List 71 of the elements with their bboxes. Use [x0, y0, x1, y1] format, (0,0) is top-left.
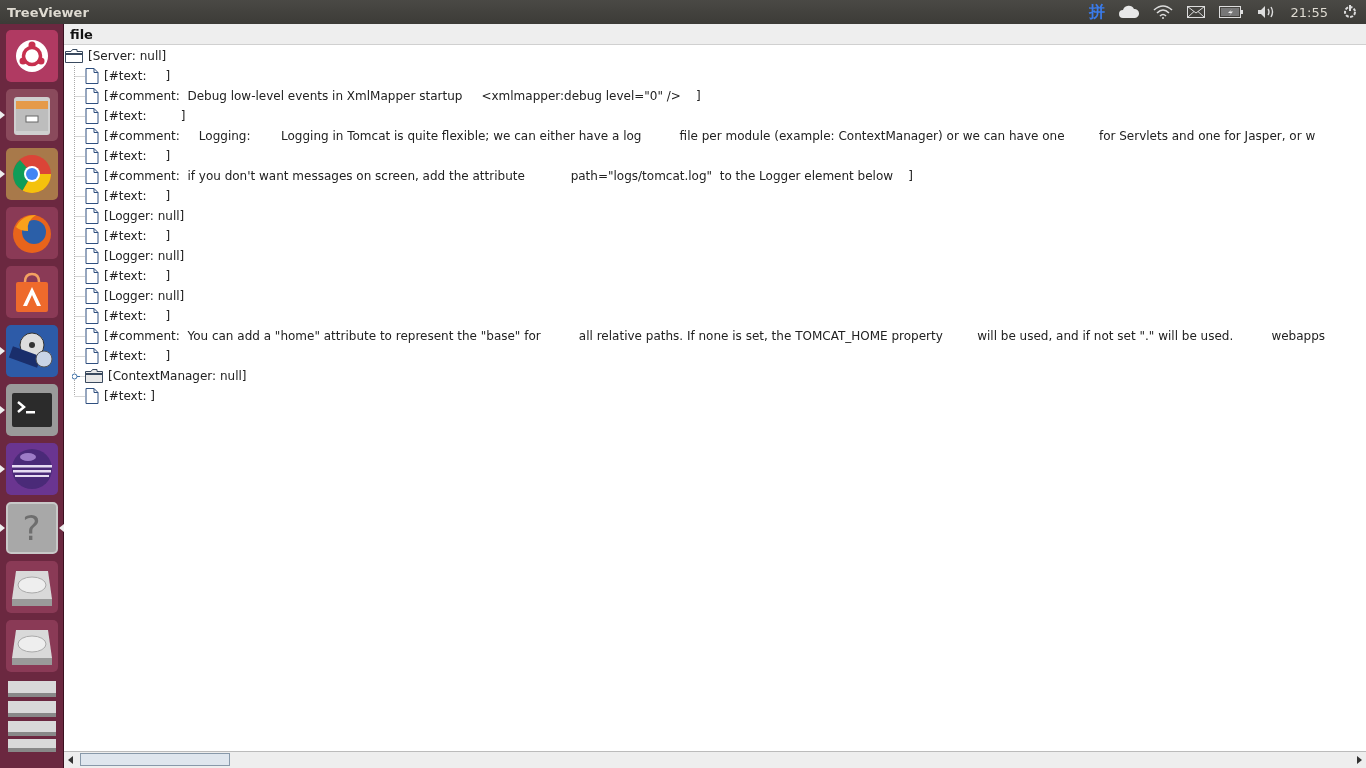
tree-line: [72, 66, 85, 86]
document-icon: [85, 268, 99, 284]
tree-node-label[interactable]: [#text: ]: [104, 309, 171, 323]
hard-drive-icon[interactable]: [5, 620, 58, 672]
document-icon: [85, 348, 99, 364]
clock[interactable]: 21:55: [1290, 4, 1328, 20]
document-icon: [85, 188, 99, 204]
document-icon: [85, 328, 99, 344]
tree-line: [72, 266, 85, 286]
document-icon: [85, 68, 99, 84]
tree-line: [72, 166, 85, 186]
tree-node-label[interactable]: [#comment: Debug low-level events in XmlMapper startup <xmlmapper:debug level="0" /> ]: [104, 89, 701, 103]
tree-line: [72, 286, 85, 306]
document-icon: [85, 228, 99, 244]
document-icon: [85, 88, 99, 104]
tree-line: [72, 106, 85, 126]
tree-line: [72, 146, 85, 166]
hard-drive-icon[interactable]: [5, 561, 58, 613]
film-reel-icon[interactable]: [5, 325, 58, 377]
document-icon: [85, 288, 99, 304]
tree-node-label[interactable]: [#text: ]: [104, 349, 171, 363]
tree-node-label[interactable]: [Logger: null]: [104, 289, 185, 303]
tree-line: [72, 226, 85, 246]
tree-node-label[interactable]: [#text: ]: [104, 229, 171, 243]
folder-icon: [85, 369, 103, 383]
tree-node-label[interactable]: [ContextManager: null]: [108, 369, 247, 383]
tree-node-label[interactable]: [#comment: You can add a "home" attribute to represent the "base" for all relative paths. If none is set, the TOMCAT_HOME property will be used, and if not set "." will be used. webapps: [104, 329, 1326, 343]
tree-line: [72, 246, 85, 266]
tree-node-label[interactable]: [#comment: Logging: Logging in Tomcat is quite flexible; we can either have a log file per module (example: ContextManager) or we can have one for Servlets and one for Jasper, or w: [104, 129, 1316, 143]
drive-stack-icon[interactable]: [5, 679, 58, 755]
tree-line: [72, 306, 85, 326]
scrollbar-thumb[interactable]: [80, 753, 230, 766]
document-icon: [85, 108, 99, 124]
cloud-icon[interactable]: [1118, 5, 1139, 19]
globe-icon[interactable]: [5, 207, 58, 259]
document-icon: [85, 208, 99, 224]
color-wheel-icon[interactable]: [5, 148, 58, 200]
tree-line: [72, 126, 85, 146]
tree-node-label[interactable]: [#comment: if you don't want messages on screen, add the attribute path="logs/tomcat.log" to the Logger element below ]: [104, 169, 913, 183]
tree-node-label[interactable]: [#text: ]: [104, 149, 171, 163]
tree-node-label[interactable]: [#text: ]: [104, 189, 171, 203]
document-icon: [85, 248, 99, 264]
power-gear-icon[interactable]: [1342, 4, 1358, 20]
document-icon: [85, 148, 99, 164]
file-cabinet-icon[interactable]: [5, 89, 58, 141]
terminal-icon[interactable]: [5, 384, 58, 436]
tree-line: [72, 186, 85, 206]
tree-node-label[interactable]: [Logger: null]: [104, 209, 185, 223]
tree-node-label[interactable]: [#text: ]: [104, 69, 171, 83]
shopping-bag-icon[interactable]: [5, 266, 58, 318]
ring-logo-icon[interactable]: [5, 30, 58, 82]
tree-node-label[interactable]: [#text: ]: [104, 389, 155, 403]
menu-item[interactable]: file: [64, 26, 99, 42]
battery-icon[interactable]: [1218, 6, 1243, 18]
mail-icon[interactable]: [1186, 6, 1205, 18]
left-arrow-icon: [68, 756, 74, 764]
document-icon: [85, 168, 99, 184]
tree-line: [72, 86, 85, 106]
wifi-icon[interactable]: [1152, 5, 1173, 19]
tree-node-label[interactable]: [Server: null]: [88, 49, 167, 63]
right-arrow-icon: [1356, 756, 1362, 764]
expand-handle[interactable]: [72, 373, 81, 380]
tree-line: [72, 206, 85, 226]
document-icon: [85, 388, 99, 404]
document-icon: [85, 308, 99, 324]
document-icon: [85, 128, 99, 144]
tree-node-label[interactable]: [#text: ]: [104, 109, 186, 123]
window-title: TreeViewer: [6, 4, 90, 20]
tree-node-label[interactable]: [Logger: null]: [104, 249, 185, 263]
tree-line: [72, 326, 85, 346]
tree-node-label[interactable]: [#text: ]: [104, 269, 171, 283]
